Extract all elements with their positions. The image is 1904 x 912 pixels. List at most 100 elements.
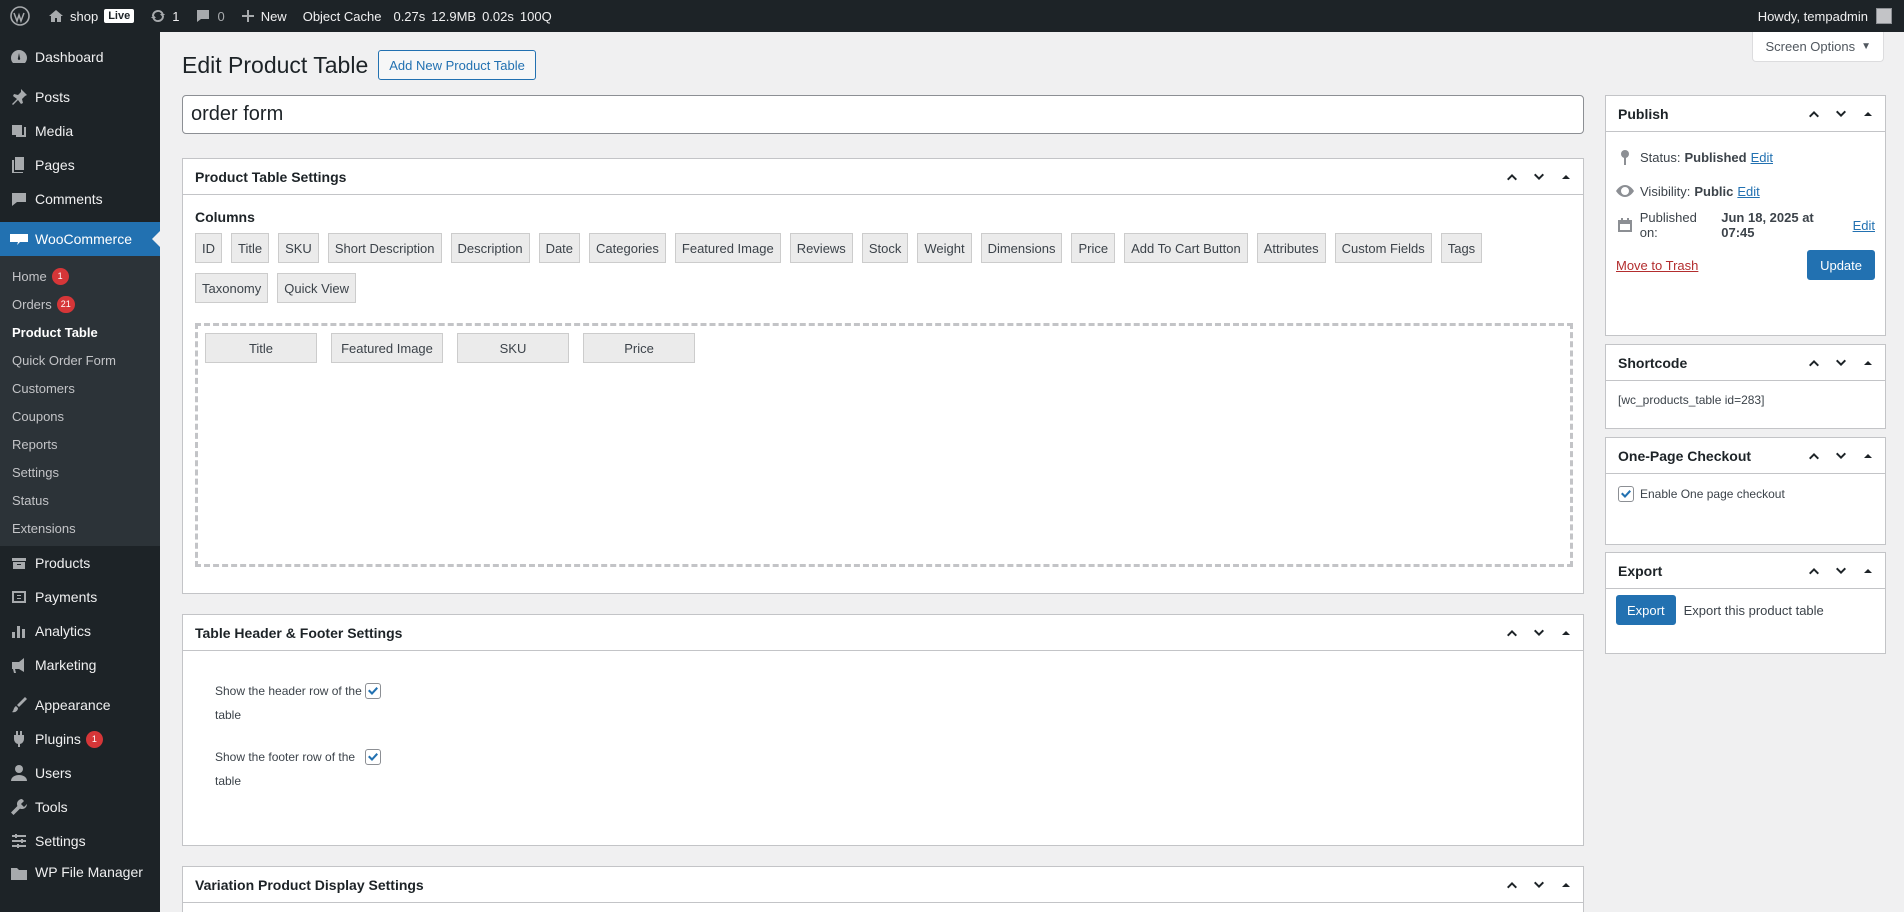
enable-one-page-checkout-checkbox[interactable] <box>1618 486 1634 502</box>
submenu-reports[interactable]: Reports <box>0 430 160 458</box>
submenu-status[interactable]: Status <box>0 486 160 514</box>
column-chip[interactable]: Add To Cart Button <box>1124 233 1248 263</box>
move-down-icon[interactable] <box>1827 449 1854 463</box>
submenu-orders[interactable]: Orders 21 <box>0 290 160 318</box>
submenu-settings[interactable]: Settings <box>0 458 160 486</box>
move-up-icon[interactable] <box>1800 356 1827 370</box>
submenu-home[interactable]: Home 1 <box>0 262 160 290</box>
object-cache-link[interactable]: Object Cache <box>295 0 390 32</box>
move-up-icon[interactable] <box>1800 564 1827 578</box>
column-chip[interactable]: Description <box>450 233 530 263</box>
menu-analytics[interactable]: Analytics <box>0 614 160 648</box>
menu-dashboard[interactable]: Dashboard <box>0 40 160 74</box>
move-to-trash-link[interactable]: Move to Trash <box>1616 258 1698 273</box>
column-chip[interactable]: Weight <box>917 233 972 263</box>
my-account[interactable]: Howdy, tempadmin <box>1758 0 1904 32</box>
column-chip[interactable]: SKU <box>278 233 319 263</box>
move-up-icon[interactable] <box>1800 107 1827 121</box>
selected-column-chip[interactable]: SKU <box>457 333 569 363</box>
selected-columns-dropzone[interactable]: Title Featured Image SKU Price <box>195 323 1573 567</box>
query-monitor-link[interactable]: 0.27s 12.9MB 0.02s 100Q <box>389 0 559 32</box>
wp-logo-icon[interactable] <box>0 0 40 32</box>
postbox-header[interactable]: One-Page Checkout <box>1606 438 1885 474</box>
column-chip[interactable]: Title <box>231 233 270 263</box>
edit-status-link[interactable]: Edit <box>1751 150 1773 165</box>
move-up-icon[interactable] <box>1800 449 1827 463</box>
menu-wp-file-manager[interactable]: WP File Manager <box>0 858 160 880</box>
menu-pages[interactable]: Pages <box>0 148 160 182</box>
screen-options-button[interactable]: Screen Options ▼ <box>1752 32 1884 62</box>
menu-comments[interactable]: Comments <box>0 182 160 216</box>
submenu-quick-order-form[interactable]: Quick Order Form <box>0 346 160 374</box>
postbox-header[interactable]: Product Table Settings <box>183 159 1583 195</box>
move-down-icon[interactable] <box>1525 878 1552 892</box>
toggle-panel-icon[interactable] <box>1552 172 1579 182</box>
menu-plugins[interactable]: Plugins 1 <box>0 722 160 756</box>
column-chip[interactable]: Stock <box>861 233 909 263</box>
column-chip[interactable]: Dimensions <box>980 233 1063 263</box>
menu-woocommerce[interactable]: WooCommerce <box>0 222 160 256</box>
column-chip[interactable]: Tags <box>1440 233 1483 263</box>
move-up-icon[interactable] <box>1498 878 1525 892</box>
postbox-header[interactable]: Shortcode <box>1606 345 1885 381</box>
toggle-panel-icon[interactable] <box>1854 451 1881 461</box>
column-chip[interactable]: Quick View <box>277 273 357 303</box>
column-chip[interactable]: Price <box>1071 233 1116 263</box>
column-chip[interactable]: Custom Fields <box>1334 233 1432 263</box>
column-chip[interactable]: Featured Image <box>674 233 781 263</box>
edit-date-link[interactable]: Edit <box>1853 218 1875 233</box>
menu-payments[interactable]: Payments <box>0 580 160 614</box>
menu-users[interactable]: Users <box>0 756 160 790</box>
move-down-icon[interactable] <box>1525 626 1552 640</box>
toggle-panel-icon[interactable] <box>1854 566 1881 576</box>
toggle-panel-icon[interactable] <box>1854 358 1881 368</box>
postbox-header[interactable]: Variation Product Display Settings <box>183 867 1583 903</box>
update-button[interactable]: Update <box>1807 250 1875 280</box>
shortcode-value[interactable]: [wc_products_table id=283] <box>1606 381 1885 419</box>
add-new-product-table-button[interactable]: Add New Product Table <box>378 50 536 80</box>
toggle-panel-icon[interactable] <box>1854 109 1881 119</box>
export-button[interactable]: Export <box>1616 595 1676 625</box>
submenu-customers[interactable]: Customers <box>0 374 160 402</box>
show-header-checkbox[interactable] <box>365 683 381 699</box>
move-up-icon[interactable] <box>1498 170 1525 184</box>
edit-visibility-link[interactable]: Edit <box>1737 184 1759 199</box>
move-down-icon[interactable] <box>1827 564 1854 578</box>
column-chip[interactable]: Reviews <box>789 233 853 263</box>
new-content-link[interactable]: New <box>233 0 295 32</box>
submenu-coupons[interactable]: Coupons <box>0 402 160 430</box>
submenu-extensions[interactable]: Extensions <box>0 514 160 542</box>
column-chip[interactable]: ID <box>195 233 222 263</box>
menu-products[interactable]: Products <box>0 546 160 580</box>
menu-media[interactable]: Media <box>0 114 160 148</box>
menu-tools[interactable]: Tools <box>0 790 160 824</box>
postbox-header[interactable]: Export <box>1606 553 1885 589</box>
show-footer-checkbox[interactable] <box>365 749 381 765</box>
toggle-panel-icon[interactable] <box>1552 628 1579 638</box>
menu-posts[interactable]: Posts <box>0 80 160 114</box>
memory: 12.9MB <box>431 8 477 24</box>
site-name-link[interactable]: shop Live <box>40 0 142 32</box>
post-title-input[interactable]: order form <box>182 95 1584 134</box>
move-down-icon[interactable] <box>1525 170 1552 184</box>
move-down-icon[interactable] <box>1827 107 1854 121</box>
move-up-icon[interactable] <box>1498 626 1525 640</box>
column-chip[interactable]: Date <box>538 233 581 263</box>
updates-link[interactable]: 1 <box>142 0 187 32</box>
column-chip[interactable]: Categories <box>589 233 666 263</box>
comments-link[interactable]: 0 <box>187 0 232 32</box>
selected-column-chip[interactable]: Featured Image <box>331 333 443 363</box>
submenu-product-table[interactable]: Product Table <box>0 318 160 346</box>
move-down-icon[interactable] <box>1827 356 1854 370</box>
menu-settings[interactable]: Settings <box>0 824 160 858</box>
menu-appearance[interactable]: Appearance <box>0 688 160 722</box>
column-chip[interactable]: Short Description <box>327 233 442 263</box>
column-chip[interactable]: Attributes <box>1256 233 1326 263</box>
toggle-panel-icon[interactable] <box>1552 880 1579 890</box>
selected-column-chip[interactable]: Price <box>583 333 695 363</box>
menu-marketing[interactable]: Marketing <box>0 648 160 682</box>
postbox-header[interactable]: Table Header & Footer Settings <box>183 615 1583 651</box>
column-chip[interactable]: Taxonomy <box>195 273 269 303</box>
postbox-header[interactable]: Publish <box>1606 96 1885 132</box>
selected-column-chip[interactable]: Title <box>205 333 317 363</box>
